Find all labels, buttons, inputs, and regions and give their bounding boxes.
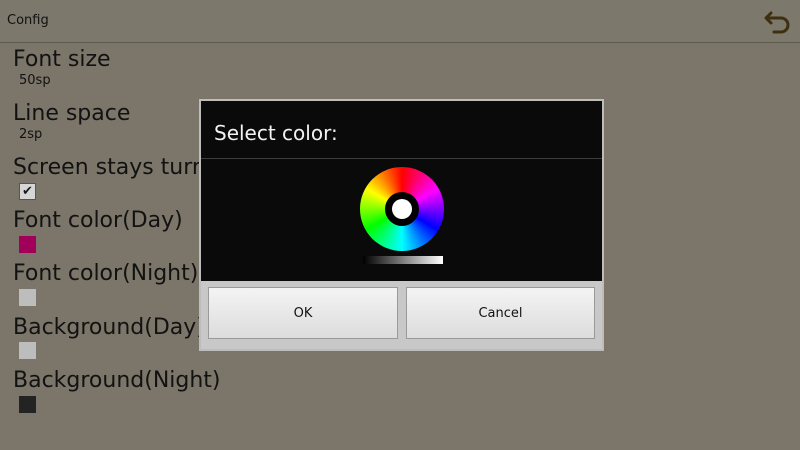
selected-color-preview[interactable] (392, 199, 412, 219)
ok-button[interactable]: OK (208, 287, 398, 339)
dialog-divider (201, 158, 602, 159)
color-picker-dialog: Select color: OK Cancel (199, 99, 604, 351)
cancel-button[interactable]: Cancel (406, 287, 595, 339)
color-wheel-center (385, 192, 419, 226)
dialog-button-row: OK Cancel (201, 281, 602, 349)
dialog-title: Select color: (214, 121, 338, 145)
color-wheel[interactable] (360, 167, 444, 251)
value-slider[interactable] (363, 256, 443, 264)
